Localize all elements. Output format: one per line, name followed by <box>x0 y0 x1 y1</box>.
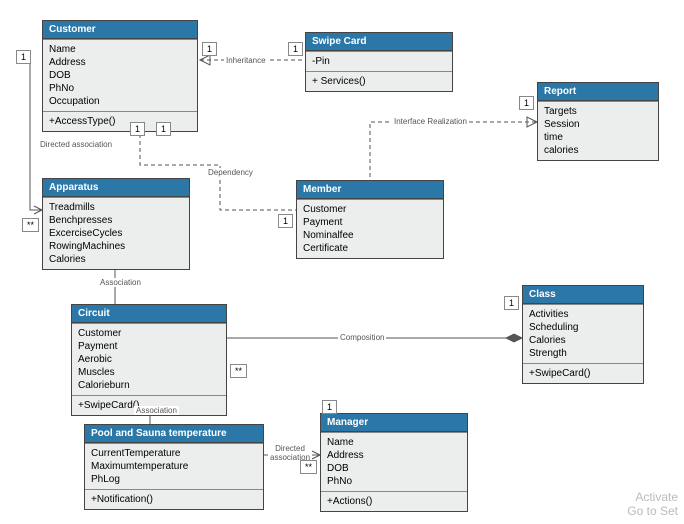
attr: DOB <box>49 69 191 82</box>
class-title: Manager <box>321 414 467 432</box>
attr: Name <box>49 43 191 56</box>
attr: Calorieburn <box>78 379 220 392</box>
attr: Maximumtemperature <box>91 460 257 473</box>
class-apparatus[interactable]: Apparatus Treadmills Benchpresses Excerc… <box>42 178 190 270</box>
class-class[interactable]: Class Activities Scheduling Calories Str… <box>522 285 644 384</box>
attr: Customer <box>78 327 220 340</box>
mult: 1 <box>278 214 293 228</box>
attr: Calories <box>529 334 637 347</box>
attr: Certificate <box>303 242 437 255</box>
class-title: Pool and Sauna temperature <box>85 425 263 443</box>
op: +Actions() <box>327 495 461 508</box>
attr: time <box>544 131 652 144</box>
attr: Targets <box>544 105 652 118</box>
attr: RowingMachines <box>49 240 183 253</box>
attr: Calories <box>49 253 183 266</box>
attr: DOB <box>327 462 461 475</box>
class-swipe-card[interactable]: Swipe Card -Pin + Services() <box>305 32 453 92</box>
attr: Session <box>544 118 652 131</box>
op: +Notification() <box>91 493 257 506</box>
mult: 1 <box>156 122 171 136</box>
attr: Payment <box>78 340 220 353</box>
label-interface-realization: Interface Realization <box>392 117 469 126</box>
op: +SwipeCard() <box>529 367 637 380</box>
mult: ** <box>300 460 317 474</box>
attr: CurrentTemperature <box>91 447 257 460</box>
class-title: Apparatus <box>43 179 189 197</box>
class-manager[interactable]: Manager Name Address DOB PhNo +Actions() <box>320 413 468 512</box>
label-inheritance: Inheritance <box>224 56 268 65</box>
class-title: Swipe Card <box>306 33 452 51</box>
label-association: Association <box>98 278 143 287</box>
class-circuit[interactable]: Circuit Customer Payment Aerobic Muscles… <box>71 304 227 416</box>
label-dependency: Dependency <box>206 168 255 177</box>
attr: Strength <box>529 347 637 360</box>
attr: PhLog <box>91 473 257 486</box>
watermark: Activate Go to Set <box>627 490 678 518</box>
class-title: Report <box>538 83 658 101</box>
class-title: Class <box>523 286 643 304</box>
mult: ** <box>22 218 39 232</box>
class-member[interactable]: Member Customer Payment Nominalfee Certi… <box>296 180 444 259</box>
mult: 1 <box>16 50 31 64</box>
attr: -Pin <box>312 55 446 68</box>
class-pool-sauna[interactable]: Pool and Sauna temperature CurrentTemper… <box>84 424 264 510</box>
attr: Nominalfee <box>303 229 437 242</box>
class-title: Member <box>297 181 443 199</box>
attr: Payment <box>303 216 437 229</box>
label-association-2: Association <box>134 406 179 415</box>
attr: Benchpresses <box>49 214 183 227</box>
attr: Muscles <box>78 366 220 379</box>
mult: 1 <box>288 42 303 56</box>
attr: PhNo <box>327 475 461 488</box>
attr: Occupation <box>49 95 191 108</box>
label-composition: Composition <box>338 333 386 342</box>
attr: Scheduling <box>529 321 637 334</box>
class-report[interactable]: Report Targets Session time calories <box>537 82 659 161</box>
class-customer[interactable]: Customer Name Address DOB PhNo Occupatio… <box>42 20 198 132</box>
attr: Customer <box>303 203 437 216</box>
attr: Name <box>327 436 461 449</box>
op: + Services() <box>312 75 446 88</box>
class-title: Customer <box>43 21 197 39</box>
mult: 1 <box>519 96 534 110</box>
attr: calories <box>544 144 652 157</box>
attr: Treadmills <box>49 201 183 214</box>
attr: Address <box>49 56 191 69</box>
attr: Address <box>327 449 461 462</box>
attr: Activities <box>529 308 637 321</box>
attr: ExcerciseCycles <box>49 227 183 240</box>
mult: 1 <box>504 296 519 310</box>
mult: 1 <box>130 122 145 136</box>
mult: ** <box>230 364 247 378</box>
mult: 1 <box>322 400 337 414</box>
mult: 1 <box>202 42 217 56</box>
label-directed-association: Directed association <box>38 140 114 149</box>
class-title: Circuit <box>72 305 226 323</box>
attr: Aerobic <box>78 353 220 366</box>
attr: PhNo <box>49 82 191 95</box>
